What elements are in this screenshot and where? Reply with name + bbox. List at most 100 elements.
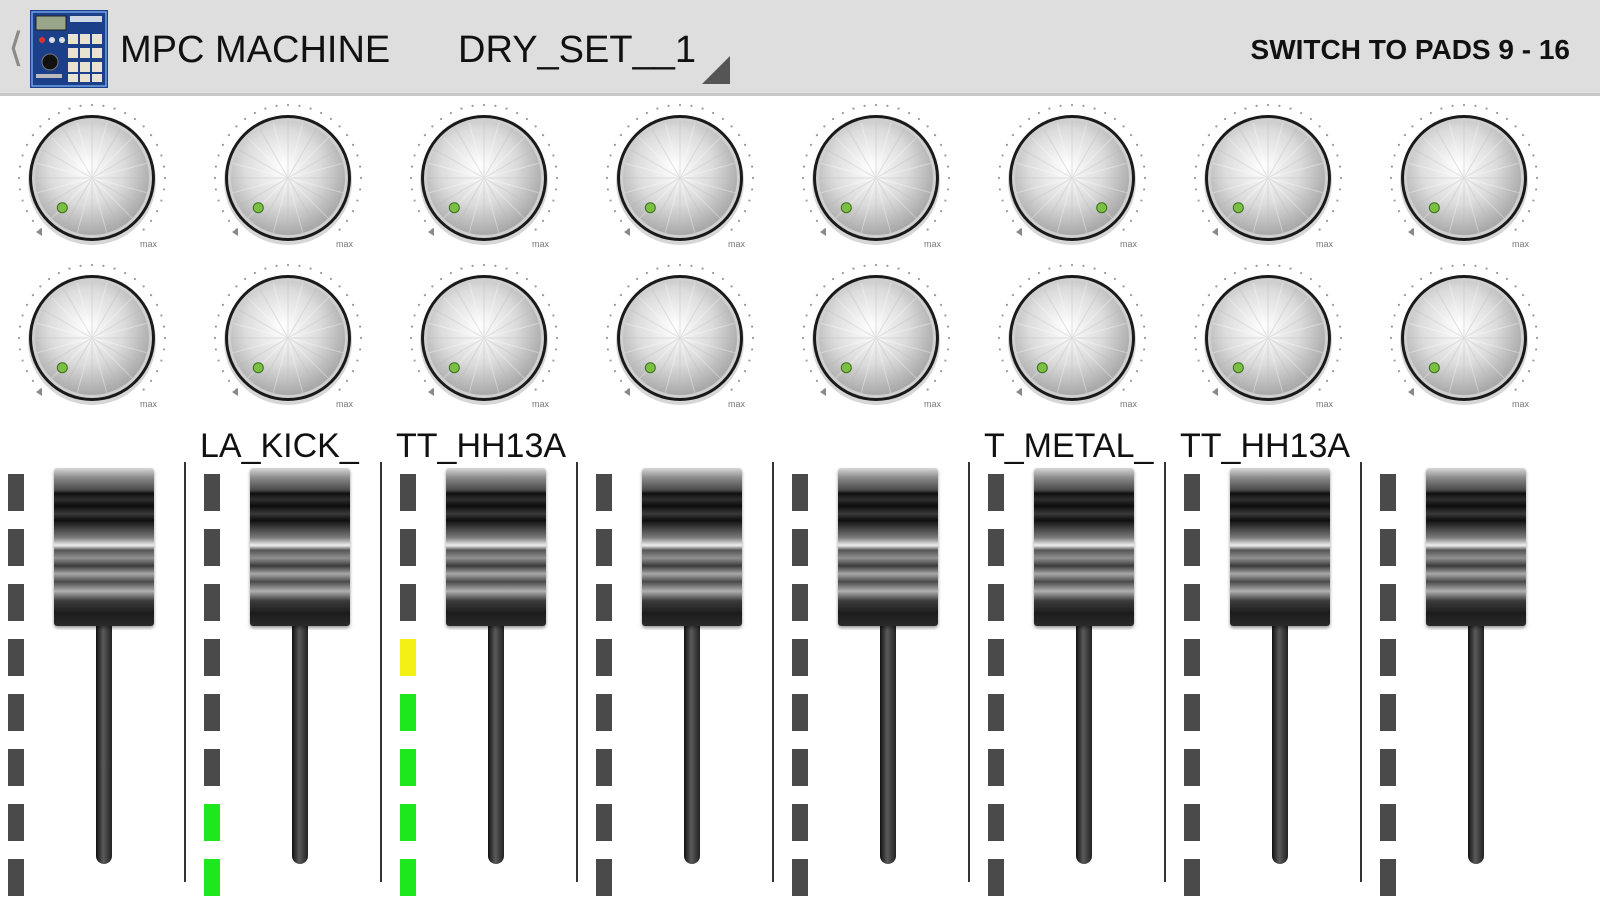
- level-meter: [1184, 474, 1200, 896]
- meter-led: [792, 859, 808, 896]
- knob-indicator: [252, 202, 264, 214]
- knob-indicator: [1036, 362, 1048, 374]
- mixer-channel-4: [588, 462, 784, 900]
- meter-led: [792, 529, 808, 566]
- fader-track: [1468, 612, 1484, 864]
- level-meter: [596, 474, 612, 896]
- meter-led: [204, 584, 220, 621]
- knob-bottom-5[interactable]: max: [796, 260, 956, 420]
- knob-top-6[interactable]: max: [992, 100, 1152, 260]
- max-label: max: [924, 239, 942, 249]
- knob-bottom-7[interactable]: max: [1188, 260, 1348, 420]
- app-title[interactable]: MPC MACHINE: [120, 30, 390, 70]
- switch-pads-button[interactable]: SWITCH TO PADS 9 - 16: [1251, 34, 1570, 66]
- meter-led: [596, 859, 612, 896]
- knob-top-1[interactable]: max: [12, 100, 172, 260]
- meter-led: [400, 804, 416, 841]
- max-label: max: [1512, 239, 1530, 249]
- channel-divider: [968, 462, 970, 882]
- meter-led: [792, 474, 808, 511]
- channel-divider: [184, 462, 186, 882]
- meter-led: [1380, 804, 1396, 841]
- knob-bottom-3[interactable]: max: [404, 260, 564, 420]
- meter-led: [792, 639, 808, 676]
- meter-led: [792, 749, 808, 786]
- channel-divider: [772, 462, 774, 882]
- level-meter: [8, 474, 24, 896]
- meter-led: [8, 804, 24, 841]
- knob-top-5[interactable]: max: [796, 100, 956, 260]
- max-label: max: [532, 399, 550, 409]
- meter-led: [400, 474, 416, 511]
- meter-led: [8, 474, 24, 511]
- max-label: max: [532, 239, 550, 249]
- meter-led: [8, 639, 24, 676]
- meter-led: [400, 529, 416, 566]
- meter-led: [1184, 584, 1200, 621]
- knob-row-top: max max max max max max max max: [0, 100, 1600, 260]
- meter-led: [400, 584, 416, 621]
- meter-led: [1184, 474, 1200, 511]
- meter-led: [8, 694, 24, 731]
- knob-bottom-4[interactable]: max: [600, 260, 760, 420]
- fader-handle[interactable]: [1426, 468, 1526, 626]
- kit-selector-dropdown[interactable]: DRY_SET__1: [456, 24, 736, 86]
- fader-handle[interactable]: [1230, 468, 1330, 626]
- knob-row-bottom: max max max max max max max max: [0, 260, 1600, 420]
- max-label: max: [1316, 239, 1334, 249]
- fader-handle[interactable]: [838, 468, 938, 626]
- fader-handle[interactable]: [54, 468, 154, 626]
- meter-led: [8, 859, 24, 896]
- meter-led: [400, 749, 416, 786]
- knob-bottom-1[interactable]: max: [12, 260, 172, 420]
- level-meter: [204, 474, 220, 896]
- meter-led: [204, 804, 220, 841]
- max-label: max: [728, 239, 746, 249]
- knob-indicator: [1096, 202, 1108, 214]
- meter-led: [988, 859, 1004, 896]
- channel-label-6: T_METAL_: [984, 427, 1154, 465]
- fader-track: [684, 612, 700, 864]
- fader-handle[interactable]: [642, 468, 742, 626]
- meter-led: [596, 474, 612, 511]
- knob-bottom-8[interactable]: max: [1384, 260, 1544, 420]
- meter-led: [204, 859, 220, 896]
- mixer-channel-6: [980, 462, 1176, 900]
- mixer-channel-2: [196, 462, 392, 900]
- knob-indicator: [56, 202, 68, 214]
- max-label: max: [336, 239, 354, 249]
- meter-led: [988, 804, 1004, 841]
- fader-handle[interactable]: [250, 468, 350, 626]
- knob-top-7[interactable]: max: [1188, 100, 1348, 260]
- meter-led: [8, 584, 24, 621]
- meter-led: [988, 584, 1004, 621]
- mixer-channel-1: [0, 462, 196, 900]
- mixer-channel-3: [392, 462, 588, 900]
- knob-indicator: [1428, 202, 1440, 214]
- knob-top-4[interactable]: max: [600, 100, 760, 260]
- knob-top-3[interactable]: max: [404, 100, 564, 260]
- fader-track: [488, 612, 504, 864]
- knob-indicator: [1428, 362, 1440, 374]
- channel-label-2: LA_KICK_: [200, 427, 359, 465]
- meter-led: [988, 749, 1004, 786]
- fader-handle[interactable]: [446, 468, 546, 626]
- fader-handle[interactable]: [1034, 468, 1134, 626]
- meter-led: [1184, 859, 1200, 896]
- kit-name: DRY_SET__1: [458, 29, 696, 71]
- meter-led: [596, 529, 612, 566]
- mpc-machine-app-icon[interactable]: [30, 10, 108, 88]
- meter-led: [8, 529, 24, 566]
- meter-led: [204, 474, 220, 511]
- dropdown-triangle-icon: [702, 56, 730, 84]
- meter-led: [400, 694, 416, 731]
- channel-label-7: TT_HH13A: [1180, 427, 1351, 465]
- meter-led: [1380, 474, 1396, 511]
- knob-bottom-2[interactable]: max: [208, 260, 368, 420]
- knob-bottom-6[interactable]: max: [992, 260, 1152, 420]
- meter-led: [988, 529, 1004, 566]
- chevron-left-icon[interactable]: ⟨: [8, 28, 24, 68]
- knob-top-8[interactable]: max: [1384, 100, 1544, 260]
- max-label: max: [140, 239, 158, 249]
- knob-top-2[interactable]: max: [208, 100, 368, 260]
